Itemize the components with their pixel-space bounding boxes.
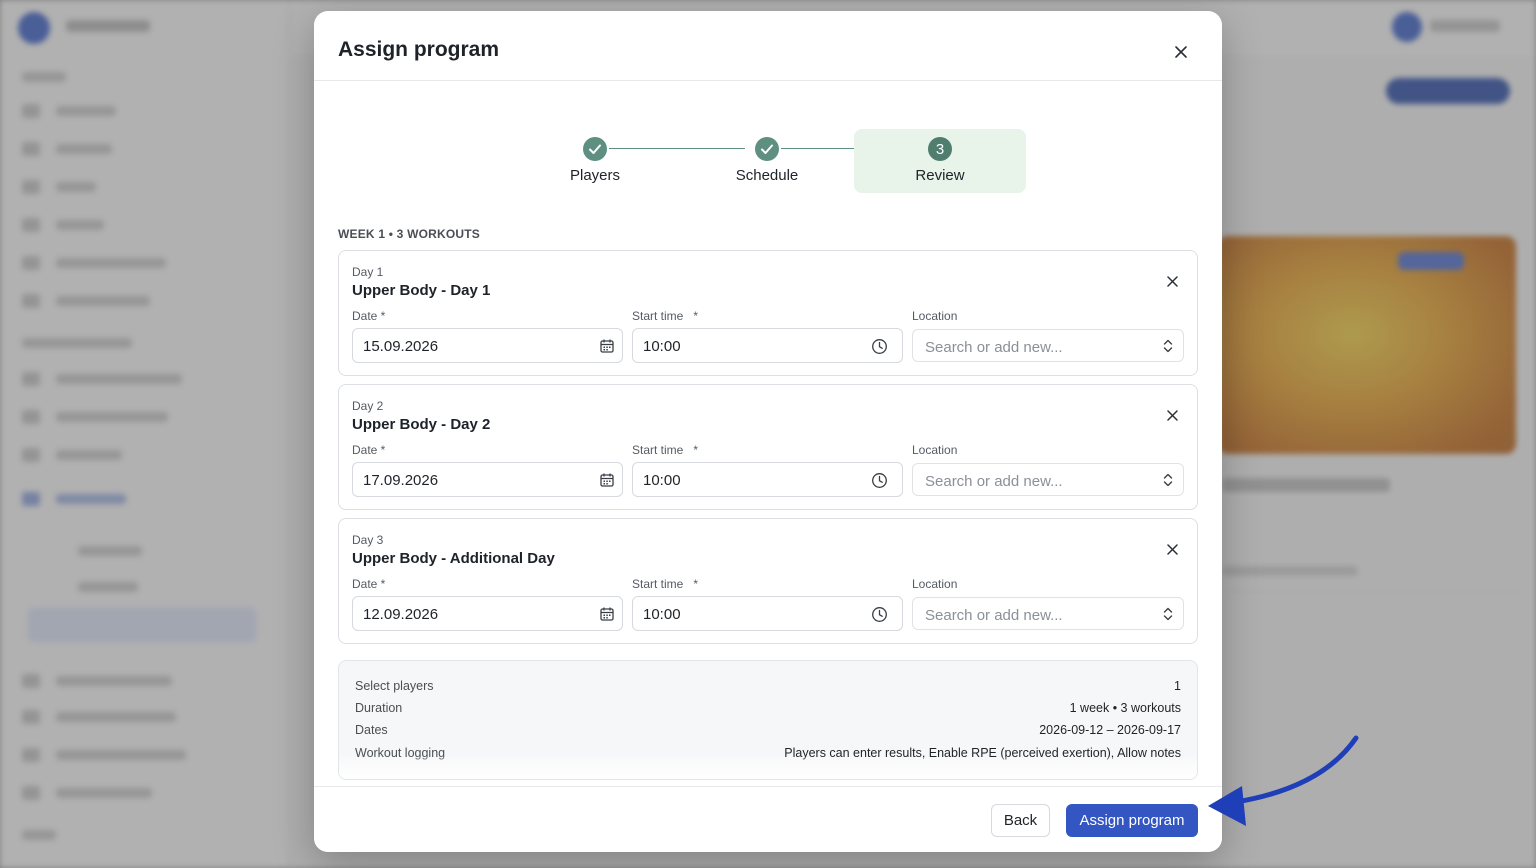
stepper: Players Schedule 3 Review: [314, 129, 1222, 193]
clock-icon[interactable]: [870, 605, 888, 623]
close-button[interactable]: [1170, 41, 1192, 63]
date-label: Date *: [352, 577, 386, 591]
start-time-field[interactable]: 10:00: [632, 596, 903, 631]
location-placeholder: Search or add new...: [925, 473, 1063, 490]
check-icon: [761, 144, 773, 154]
summary-key: Dates: [355, 723, 388, 737]
day-number: Day 2: [352, 399, 384, 413]
start-time-label: Start time *: [632, 577, 699, 591]
location-select[interactable]: Search or add new...: [912, 597, 1184, 630]
remove-day-button[interactable]: [1163, 540, 1181, 558]
dialog-footer: Back Assign program: [314, 786, 1222, 852]
step-label: Review: [915, 167, 965, 184]
remove-day-button[interactable]: [1163, 272, 1181, 290]
step-completed-badge: [583, 137, 607, 161]
date-field[interactable]: 17.09.2026: [352, 462, 623, 497]
time-value: 10:00: [643, 606, 681, 623]
step-number-badge: 3: [928, 137, 952, 161]
day-number: Day 3: [352, 533, 384, 547]
summary-key: Select players: [355, 679, 434, 693]
clock-icon[interactable]: [870, 471, 888, 489]
summary-row: Duration 1 week • 3 workouts: [355, 701, 1181, 719]
step-players[interactable]: Players: [509, 129, 681, 193]
day-number: Day 1: [352, 265, 384, 279]
dialog-title: Assign program: [338, 38, 500, 61]
start-time-field[interactable]: 10:00: [632, 328, 903, 363]
step-label: Players: [569, 167, 621, 184]
chevron-up-down-icon: [1159, 337, 1177, 355]
workout-day-card: Day 1 Upper Body - Day 1 Date * Start ti…: [338, 250, 1198, 376]
workout-title: Upper Body - Additional Day: [352, 550, 555, 567]
chevron-up-down-icon: [1159, 605, 1177, 623]
location-select[interactable]: Search or add new...: [912, 463, 1184, 496]
check-icon: [589, 144, 601, 154]
dialog-header: Assign program: [314, 11, 1222, 81]
date-value: 15.09.2026: [363, 338, 439, 355]
location-label: Location: [912, 443, 958, 457]
summary-row: Dates 2026-09-12 – 2026-09-17: [355, 723, 1181, 741]
close-icon: [1166, 543, 1178, 555]
calendar-icon[interactable]: [598, 605, 616, 623]
date-label: Date *: [352, 443, 386, 457]
calendar-icon[interactable]: [598, 471, 616, 489]
week-heading: WEEK 1 • 3 WORKOUTS: [338, 227, 481, 241]
close-icon: [1175, 46, 1187, 58]
clock-icon[interactable]: [870, 337, 888, 355]
summary-value: 2026-09-12 – 2026-09-17: [1039, 723, 1181, 737]
workout-day-card: Day 3 Upper Body - Additional Day Date *…: [338, 518, 1198, 644]
date-value: 12.09.2026: [363, 606, 439, 623]
step-review[interactable]: 3 Review: [854, 129, 1026, 193]
date-label: Date *: [352, 309, 386, 323]
calendar-icon[interactable]: [598, 337, 616, 355]
step-completed-badge: [755, 137, 779, 161]
start-time-label: Start time *: [632, 309, 699, 323]
time-value: 10:00: [643, 472, 681, 489]
location-label: Location: [912, 309, 958, 323]
back-button[interactable]: Back: [991, 804, 1050, 837]
location-placeholder: Search or add new...: [925, 339, 1063, 356]
date-field[interactable]: 15.09.2026: [352, 328, 623, 363]
summary-key: Duration: [355, 701, 403, 715]
summary-value: 1 week • 3 workouts: [1069, 701, 1181, 715]
time-value: 10:00: [643, 338, 681, 355]
workout-title: Upper Body - Day 1: [352, 282, 491, 299]
step-schedule[interactable]: Schedule: [681, 129, 853, 193]
summary-row: Select players 1: [355, 679, 1181, 697]
close-icon: [1166, 409, 1178, 421]
chevron-up-down-icon: [1159, 471, 1177, 489]
summary-value: 1: [1174, 679, 1181, 693]
step-label: Schedule: [735, 167, 799, 184]
location-select[interactable]: Search or add new...: [912, 329, 1184, 362]
start-time-label: Start time *: [632, 443, 699, 457]
assign-program-dialog: Assign program Players Schedule 3 Review…: [314, 11, 1222, 852]
remove-day-button[interactable]: [1163, 406, 1181, 424]
date-field[interactable]: 12.09.2026: [352, 596, 623, 631]
review-summary: Select players 1 Duration 1 week • 3 wor…: [338, 660, 1198, 780]
assign-program-button[interactable]: Assign program: [1066, 804, 1198, 837]
workout-day-card: Day 2 Upper Body - Day 2 Date * Start ti…: [338, 384, 1198, 510]
annotation-arrow-icon: [1208, 735, 1359, 826]
close-icon: [1166, 275, 1178, 287]
date-value: 17.09.2026: [363, 472, 439, 489]
location-label: Location: [912, 577, 958, 591]
location-placeholder: Search or add new...: [925, 607, 1063, 624]
start-time-field[interactable]: 10:00: [632, 462, 903, 497]
workout-title: Upper Body - Day 2: [352, 416, 491, 433]
